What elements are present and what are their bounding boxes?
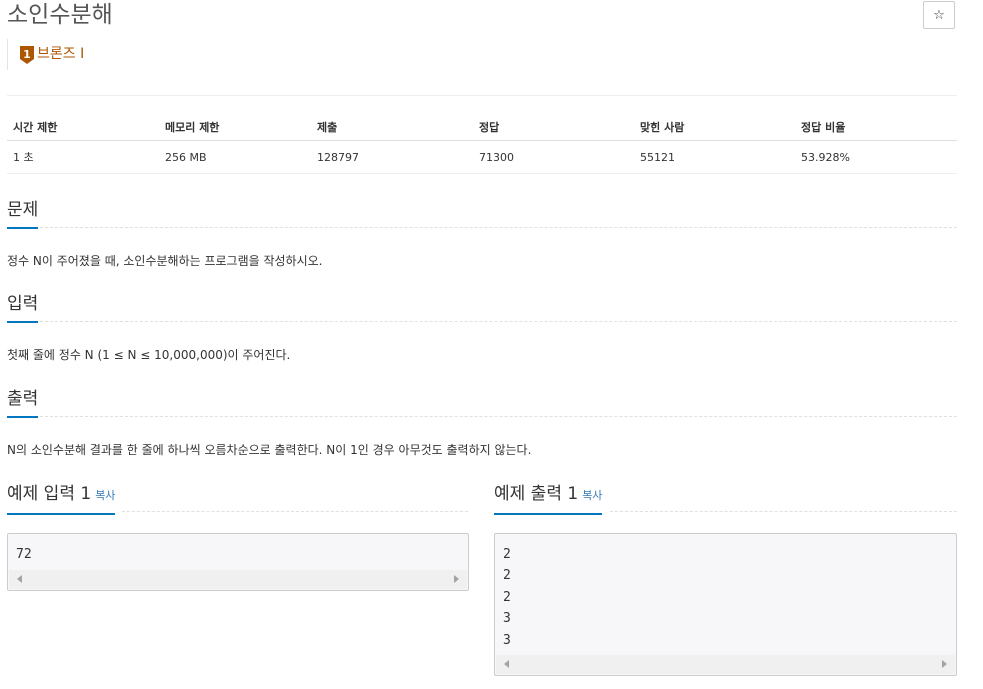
scroll-left-icon[interactable]	[17, 575, 22, 583]
example-output-line: 3	[503, 611, 511, 627]
section-divider	[40, 416, 957, 417]
cell-memory-limit: 256 MB	[159, 140, 311, 174]
example-output-label: 예제 출력 1	[494, 484, 579, 504]
table-header-row: 시간 제한 메모리 제한 제출 정답 맞힌 사람 정답 비율	[7, 114, 957, 141]
section-divider	[610, 511, 957, 512]
cell-submissions[interactable]: 128797	[311, 140, 473, 174]
table-row: 1 초 256 MB 128797 71300 55121 53.928%	[7, 140, 957, 174]
description-text: 정수 N이 주어졌을 때, 소인수분해하는 프로그램을 작성하시오.	[7, 254, 323, 268]
scroll-left-icon[interactable]	[504, 660, 509, 668]
output-text: N의 소인수분해 결과를 한 줄에 하나씩 오름차순으로 출력한다. N이 1인…	[7, 443, 532, 457]
example-input-label: 예제 입력 1	[7, 484, 92, 504]
header-accept-ratio: 정답 비율	[795, 114, 957, 141]
scroll-right-icon[interactable]	[454, 575, 459, 583]
section-title-description: 문제	[7, 198, 39, 229]
copy-input-button[interactable]: 복사	[95, 489, 115, 502]
example-output-box[interactable]: 2 2 2 3 3	[494, 533, 957, 676]
example-input-title: 예제 입력 1 복사	[7, 482, 116, 515]
favorite-star-button[interactable]: ☆	[923, 1, 955, 29]
example-output-line: 2	[503, 568, 511, 584]
horizontal-scrollbar[interactable]	[9, 570, 467, 589]
problem-info-table: 시간 제한 메모리 제한 제출 정답 맞힌 사람 정답 비율 1 초 256 M…	[7, 114, 957, 174]
scroll-right-icon[interactable]	[942, 660, 947, 668]
example-output-lines: 2 2 2 3 3	[495, 534, 956, 651]
star-icon: ☆	[933, 7, 945, 23]
example-input-lines: 72	[8, 534, 468, 565]
tier-bronze-1-icon: 1	[20, 46, 34, 64]
tier-label: 브론즈 I	[37, 46, 85, 62]
example-input-box[interactable]: 72	[7, 533, 469, 591]
input-text: 첫째 줄에 정수 N (1 ≤ N ≤ 10,000,000)이 주어진다.	[7, 348, 291, 362]
divider	[7, 95, 957, 96]
example-output-line: 3	[503, 632, 511, 648]
example-output-title: 예제 출력 1 복사	[494, 482, 603, 515]
horizontal-scrollbar[interactable]	[496, 655, 955, 674]
copy-output-button[interactable]: 복사	[582, 489, 602, 502]
section-divider	[40, 321, 957, 322]
section-title-output: 출력	[7, 387, 39, 418]
cell-accept-ratio: 53.928%	[795, 140, 957, 174]
header-memory-limit: 메모리 제한	[159, 114, 311, 141]
cell-solved-users[interactable]: 55121	[634, 140, 795, 174]
header-accepted: 정답	[473, 114, 634, 141]
example-input-line: 72	[16, 547, 32, 562]
cell-accepted[interactable]: 71300	[473, 140, 634, 174]
header-solved-users: 맞힌 사람	[634, 114, 795, 141]
section-divider	[122, 511, 468, 512]
header-submissions: 제출	[311, 114, 473, 141]
header-time-limit: 시간 제한	[7, 114, 159, 141]
example-output-line: 2	[503, 589, 511, 605]
problem-title: 소인수분해	[7, 2, 113, 28]
tier-badge[interactable]: 1 브론즈 I	[7, 39, 84, 70]
section-title-input: 입력	[7, 292, 39, 323]
example-output-line: 2	[503, 547, 511, 562]
tier-icon-digit: 1	[23, 48, 31, 61]
section-divider	[40, 227, 957, 228]
cell-time-limit: 1 초	[7, 140, 159, 174]
